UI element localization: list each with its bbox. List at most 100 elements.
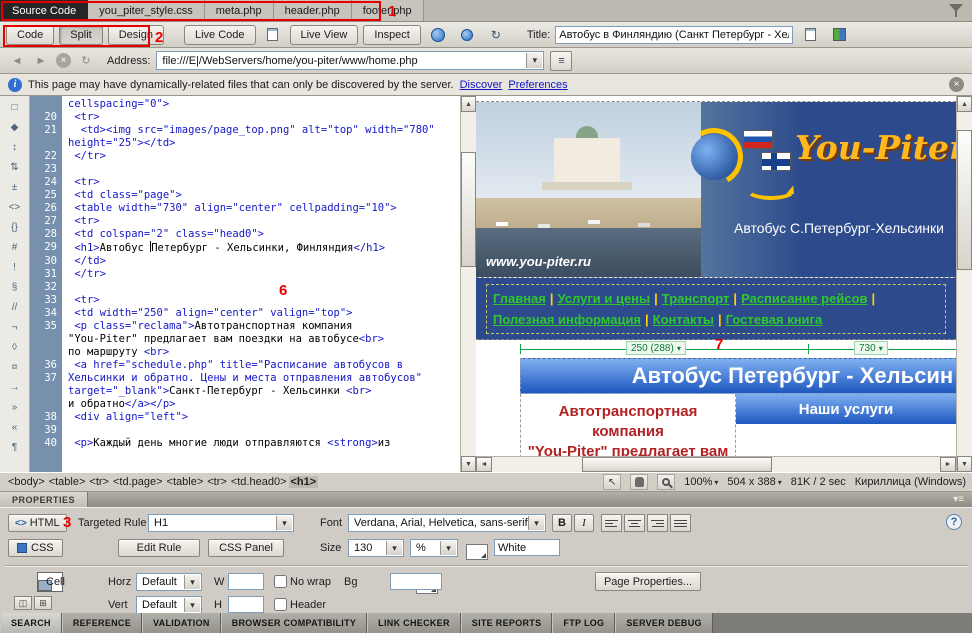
document-title-input[interactable] [555, 26, 793, 44]
code-text[interactable]: <td colspan="2" class="head0"> [62, 228, 460, 241]
code-text[interactable]: <p class="reclama">Автотранспортная комп… [62, 320, 460, 359]
format-source-code-icon[interactable]: ¶ [5, 440, 25, 455]
code-text[interactable]: <td class="page"> [62, 189, 460, 202]
code-text[interactable]: <p>Каждый день многие люди отправляются … [62, 437, 460, 450]
code-text[interactable]: <tr> [62, 215, 460, 228]
scroll-down-icon[interactable]: ▼ [957, 456, 972, 472]
expand-all-icon[interactable]: ± [5, 180, 25, 195]
tag-selector-item[interactable]: <h1> [289, 476, 319, 488]
cell-height-input[interactable] [228, 596, 264, 613]
merge-cells-icon[interactable]: ◫ [14, 596, 32, 610]
code-text[interactable]: <h1>Автобус Петербург - Хельсинки, Финля… [62, 241, 460, 255]
show-code-navigator-icon[interactable]: ◆ [5, 120, 25, 135]
services-cell[interactable]: Наши услуги [736, 394, 956, 456]
validate-markup-icon[interactable] [827, 25, 851, 45]
hand-tool-icon[interactable] [630, 474, 648, 490]
remove-comment-icon[interactable]: ¬ [5, 320, 25, 335]
split-cell-icon[interactable]: ⊞ [34, 596, 52, 610]
design-view[interactable]: www.you-piter.ru You-Piter Автобус С.Пет… [476, 96, 956, 472]
code-editor[interactable]: cellspacing="0">20 <tr>21 <td><img src="… [30, 96, 460, 472]
window-size[interactable]: 504 x 388▾ [727, 476, 781, 488]
back-icon[interactable]: ◄ [8, 52, 26, 70]
column-width-marker[interactable]: 250 (288)▾ [626, 341, 686, 355]
code-view-button[interactable]: Code [6, 25, 54, 45]
code-scrollbar-track[interactable] [461, 112, 476, 456]
code-scrollbar[interactable]: ▲ ▼ [460, 96, 476, 472]
related-file-tab[interactable]: you_piter_style.css [88, 0, 205, 21]
text-color-swatch[interactable] [466, 544, 488, 560]
highlight-invalid-code-icon[interactable]: ! [5, 260, 25, 275]
balance-braces-icon[interactable]: {} [5, 220, 25, 235]
code-text[interactable]: <tr> [62, 294, 460, 307]
site-nav-link[interactable]: Расписание рейсов [741, 291, 867, 306]
tag-selector-item[interactable]: <table> [47, 476, 88, 488]
move-css-rule-icon[interactable]: → [5, 380, 25, 395]
apply-comment-icon[interactable]: // [5, 300, 25, 315]
tag-selector-item[interactable]: <td.head0> [229, 476, 289, 488]
zoom-level[interactable]: 100%▾ [684, 476, 718, 488]
collapse-selection-icon[interactable]: ⇅ [5, 160, 25, 175]
code-text[interactable]: <a href="schedule.php" title="Расписание… [62, 359, 460, 372]
site-nav-link[interactable]: Гостевая книга [726, 312, 823, 327]
discover-link[interactable]: Discover [460, 79, 503, 91]
bottom-tab-reference[interactable]: REFERENCE [62, 613, 142, 633]
related-file-tab[interactable]: header.php [274, 0, 352, 21]
promo-cell[interactable]: Автотранспортная компания "You-Piter" пр… [520, 394, 736, 456]
tag-selector-item[interactable]: <table> [165, 476, 206, 488]
bottom-tab-server-debug[interactable]: SERVER DEBUG [615, 613, 712, 633]
code-text[interactable] [62, 281, 460, 294]
properties-tab[interactable]: PROPERTIES [0, 492, 88, 507]
scroll-right-icon[interactable]: ► [940, 457, 956, 472]
wrap-tag-icon[interactable]: ◊ [5, 340, 25, 355]
select-tool-icon[interactable]: ↖ [603, 474, 621, 490]
edit-rule-button[interactable]: Edit Rule [118, 539, 200, 557]
targeted-rule-select[interactable]: H1 [148, 514, 294, 532]
page-properties-button[interactable]: Page Properties... [595, 572, 701, 591]
code-text[interactable]: <td width="250" align="center" valign="t… [62, 307, 460, 320]
bold-button[interactable]: B [552, 514, 572, 532]
design-scrollbar-track[interactable] [957, 112, 972, 456]
open-documents-icon[interactable]: □ [5, 100, 25, 115]
compare-files-icon[interactable] [261, 25, 285, 45]
file-list-icon[interactable]: ≡ [550, 51, 572, 71]
size-unit-select[interactable]: % [410, 539, 458, 557]
collapse-full-tag-icon[interactable]: ↕ [5, 140, 25, 155]
code-text[interactable]: <div align="left"> [62, 411, 460, 424]
vert-select[interactable]: Default [136, 596, 202, 614]
line-numbers-icon[interactable]: # [5, 240, 25, 255]
design-scrollbar[interactable]: ▲ ▼ [956, 96, 972, 472]
tag-selector-item[interactable]: <tr> [87, 476, 111, 488]
preview-in-browser-icon[interactable] [426, 25, 450, 45]
tag-selector-item[interactable]: <td.page> [111, 476, 165, 488]
file-management-icon[interactable] [798, 25, 822, 45]
bottom-tab-ftp-log[interactable]: FTP LOG [552, 613, 615, 633]
syntax-error-alerts-icon[interactable]: § [5, 280, 25, 295]
filter-related-files-icon[interactable] [948, 4, 964, 17]
align-right-button[interactable] [647, 514, 668, 532]
header-checkbox[interactable] [274, 598, 287, 611]
page-heading[interactable]: Автобус Петербург - Хельсин [520, 358, 956, 394]
site-nav-link[interactable]: Услуги и цены [558, 291, 651, 306]
cell-width-input[interactable] [228, 573, 264, 590]
bottom-tab-search[interactable]: SEARCH [0, 613, 62, 633]
related-file-tab[interactable]: footer.php [352, 0, 424, 21]
panel-menu-icon[interactable]: ▾≡ [953, 494, 964, 505]
design-horizontal-scrollbar[interactable]: ◄ ► [476, 456, 956, 472]
align-left-button[interactable] [601, 514, 622, 532]
preferences-link[interactable]: Preferences [508, 79, 567, 91]
code-text[interactable]: <tr> [62, 111, 460, 124]
code-text[interactable]: <tr> [62, 176, 460, 189]
code-text[interactable]: </tr> [62, 150, 460, 163]
site-nav-link[interactable]: Главная [493, 291, 546, 306]
source-code-tab[interactable]: Source Code [0, 0, 88, 21]
tag-selector-item[interactable]: <body> [6, 476, 47, 488]
css-mode-button[interactable]: CSS [8, 539, 63, 557]
check-browser-compatibility-icon[interactable] [455, 25, 479, 45]
site-nav-link[interactable]: Контакты [653, 312, 714, 327]
table-width-markers[interactable]: 250 (288)▾ 730▾ [476, 340, 956, 358]
font-select[interactable]: Verdana, Arial, Helvetica, sans-serif [348, 514, 546, 532]
code-text[interactable]: cellspacing="0"> [62, 98, 460, 111]
scroll-up-icon[interactable]: ▲ [461, 96, 476, 112]
zoom-tool-icon[interactable] [657, 474, 675, 490]
inspect-button[interactable]: Inspect [363, 25, 420, 45]
